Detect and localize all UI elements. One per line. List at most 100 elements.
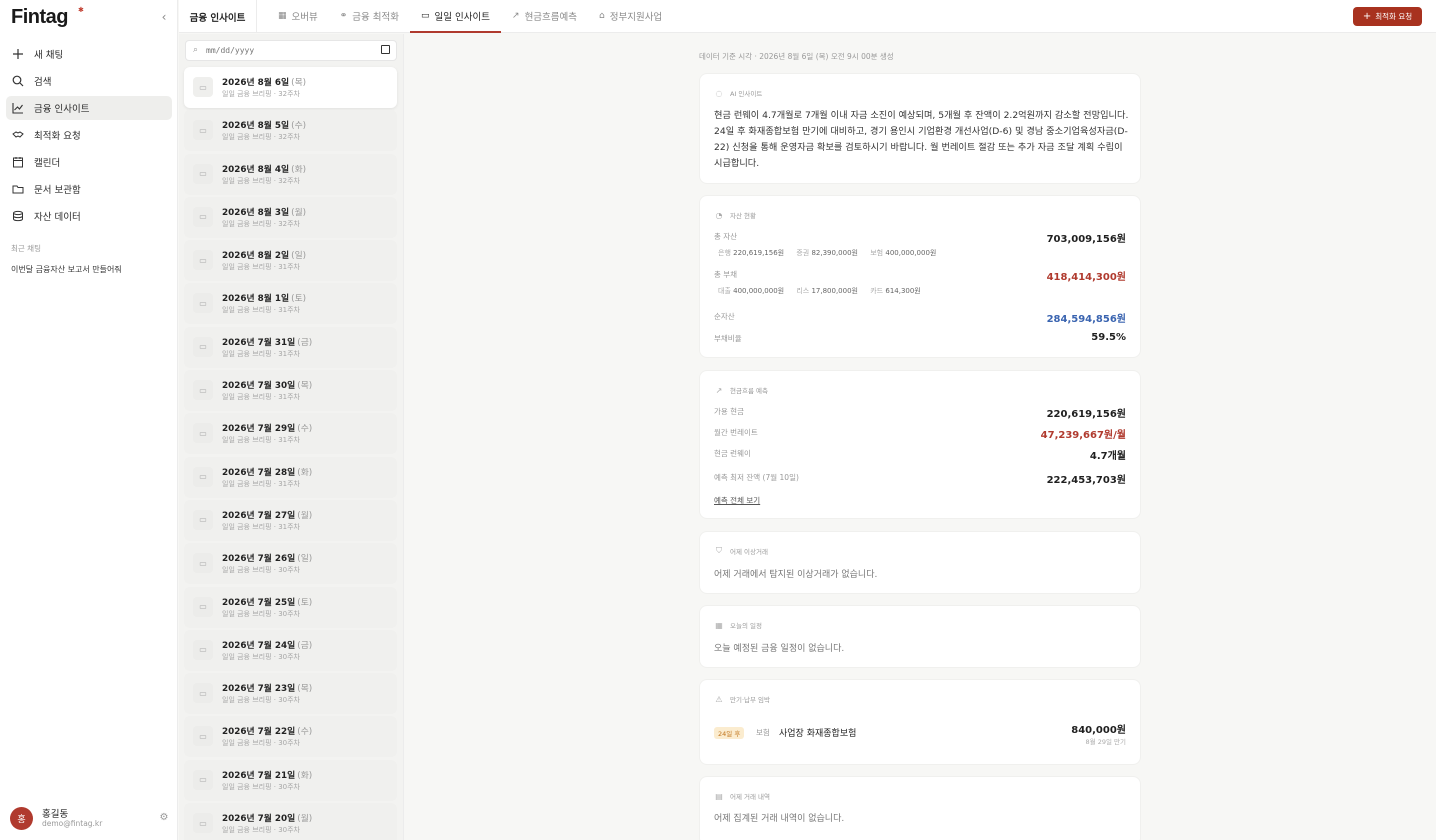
briefing-icon: ▭ bbox=[193, 683, 213, 704]
breakdown-value: 17,800,000원 bbox=[811, 287, 858, 295]
date-filter[interactable]: ⌕ bbox=[185, 40, 397, 61]
list-item-weekday: (수) bbox=[297, 727, 313, 738]
list-item-subtitle: 일일 금융 브리핑 · 30주차 bbox=[222, 782, 300, 791]
row-label: 부채비율 bbox=[714, 334, 742, 343]
nav-item-asset-data[interactable]: 자산 데이터 bbox=[6, 204, 172, 228]
card-header: ⚠ 만기·납부 임박 bbox=[714, 694, 771, 705]
list-item[interactable]: ▭ 2026년 8월 4일 (화) 일일 금융 브리핑 · 32주차 bbox=[184, 153, 397, 195]
gear-icon[interactable]: ⚙ bbox=[158, 812, 170, 824]
tab-financial-optimization[interactable]: ⚭ 금융 최적화 bbox=[329, 0, 410, 33]
user-profile[interactable]: 홍 홍길동 demo@fintag.kr ⚙ bbox=[10, 806, 170, 830]
nav-item-optimization-request[interactable]: 최적화 요청 bbox=[6, 123, 172, 147]
list-item[interactable]: ▭ 2026년 8월 2일 (일) 일일 금융 브리핑 · 31주차 bbox=[184, 240, 397, 282]
chart-line-icon bbox=[12, 102, 24, 114]
item-amount: 840,000원 bbox=[1071, 725, 1126, 736]
nav-item-calendar[interactable]: 캘린더 bbox=[6, 150, 172, 174]
calendar-icon[interactable] bbox=[381, 45, 390, 54]
card-header: ◔ 자산 현황 bbox=[714, 210, 757, 221]
list-item[interactable]: ▭ 2026년 7월 22일 (수) 일일 금융 브리핑 · 30주차 bbox=[184, 716, 397, 758]
list-item[interactable]: ▭ 2026년 7월 26일 (일) 일일 금융 브리핑 · 30주차 bbox=[184, 543, 397, 585]
plus-icon bbox=[12, 48, 24, 60]
list-item-subtitle: 일일 금융 브리핑 · 31주차 bbox=[222, 306, 300, 315]
insight-text: 현금 런웨이 4.7개월로 7개월 이내 자금 소진이 예상되며, 5개월 후 … bbox=[714, 110, 1129, 169]
nav-item-search[interactable]: 검색 bbox=[6, 69, 172, 93]
grid-icon: ▦ bbox=[278, 10, 287, 21]
nav-item-label: 문서 보관함 bbox=[34, 185, 81, 196]
list-item[interactable]: ▭ 2026년 7월 28일 (화) 일일 금융 브리핑 · 31주차 bbox=[184, 456, 397, 498]
briefing-list: ▭ 2026년 8월 6일 (목) 일일 금융 브리핑 · 32주차 ▭ 2026년 8월… bbox=[184, 67, 397, 840]
briefing-icon: ▭ bbox=[193, 769, 213, 790]
breakdown-item: 카드 614,300원 bbox=[870, 287, 921, 295]
list-item[interactable]: ▭ 2026년 7월 24일 (금) 일일 금융 브리핑 · 30주차 bbox=[184, 629, 397, 671]
tab-daily-insight[interactable]: ▭ 일일 인사이트 bbox=[410, 0, 502, 33]
item-name: 사업장 화재종합보험 bbox=[779, 729, 857, 739]
collapse-sidebar-icon[interactable]: ‹ bbox=[157, 10, 171, 26]
recent-chat-item[interactable]: 이번달 금융자산 보고서 만들어줘 bbox=[11, 264, 122, 275]
min-balance-value: 222,453,703원 bbox=[1046, 475, 1126, 486]
nav-item-new-chat[interactable]: 새 채팅 bbox=[6, 42, 172, 66]
schedule-card: ▦ 오늘의 일정 오늘 예정된 금융 일정이 없습니다. bbox=[699, 605, 1141, 668]
nav-item-documents[interactable]: 문서 보관함 bbox=[6, 177, 172, 201]
empty-message: 어제 집계된 거래 내역이 없습니다. bbox=[714, 814, 845, 824]
available-cash-value: 220,619,156원 bbox=[1046, 409, 1126, 420]
breakdown-item: 보험 400,000,000원 bbox=[870, 249, 936, 257]
logo-mark-icon: ✱ bbox=[78, 6, 84, 14]
liabilities-breakdown: 대출 400,000,000원 리스 17,800,000원 카드 614,30… bbox=[718, 286, 931, 296]
list-item[interactable]: ▭ 2026년 7월 30일 (목) 일일 금융 브리핑 · 31주차 bbox=[184, 370, 397, 412]
optimization-request-button[interactable]: + 최적화 요청 bbox=[1353, 7, 1422, 26]
list-item[interactable]: ▭ 2026년 8월 6일 (목) 일일 금융 브리핑 · 32주차 bbox=[184, 67, 397, 108]
tab-label: 현금흐름예측 bbox=[524, 11, 578, 23]
list-item[interactable]: ▭ 2026년 8월 5일 (수) 일일 금융 브리핑 · 32주차 bbox=[184, 110, 397, 152]
card-title: 만기·납부 임박 bbox=[730, 696, 771, 704]
list-item-date: 2026년 7월 29일 bbox=[222, 424, 296, 435]
list-item-date: 2026년 7월 23일 bbox=[222, 684, 296, 695]
list-item-weekday: (금) bbox=[297, 640, 313, 651]
warning-icon: ⚠ bbox=[715, 694, 723, 704]
list-item-weekday: (토) bbox=[297, 597, 313, 608]
breakdown-item: 대출 400,000,000원 bbox=[718, 287, 784, 295]
list-item-title: 2026년 7월 28일 (화) bbox=[222, 465, 312, 478]
list-item-weekday: (월) bbox=[291, 207, 307, 218]
briefing-icon: ▭ bbox=[193, 120, 213, 141]
handshake-icon: ⚭ bbox=[339, 10, 348, 21]
card-title: 현금흐름 예측 bbox=[730, 387, 768, 395]
list-item[interactable]: ▭ 2026년 7월 25일 (토) 일일 금융 브리핑 · 30주차 bbox=[184, 586, 397, 628]
list-item-weekday: (토) bbox=[291, 294, 307, 305]
list-item[interactable]: ▭ 2026년 7월 29일 (수) 일일 금융 브리핑 · 31주차 bbox=[184, 413, 397, 455]
handshake-icon bbox=[12, 129, 24, 141]
list-item[interactable]: ▭ 2026년 8월 3일 (월) 일일 금융 브리핑 · 32주차 bbox=[184, 196, 397, 238]
burn-rate-value: 47,239,667원/월 bbox=[1040, 430, 1126, 441]
view-full-forecast-link[interactable]: 예측 전체 보기 bbox=[714, 495, 760, 506]
transactions-card: ▤ 어제 거래 내역 어제 집계된 거래 내역이 없습니다. bbox=[699, 776, 1141, 840]
sidebar-nav: 새 채팅 검색 금융 인사이트 최적화 요청 캘린더 문서 보관함 자산 데이터 bbox=[6, 42, 172, 231]
card-title: 자산 현황 bbox=[730, 212, 756, 220]
tab-cashflow-forecast[interactable]: ↗ 현금흐름예측 bbox=[501, 0, 588, 33]
list-item-title: 2026년 8월 2일 (일) bbox=[222, 248, 306, 261]
card-title: AI 인사이트 bbox=[730, 90, 763, 98]
list-item-subtitle: 일일 금융 브리핑 · 32주차 bbox=[222, 219, 300, 228]
list-item[interactable]: ▭ 2026년 7월 20일 (월) 일일 금융 브리핑 · 30주차 bbox=[184, 803, 397, 840]
list-item-date: 2026년 7월 26일 bbox=[222, 554, 296, 565]
tab-overview[interactable]: ▦ 오버뷰 bbox=[267, 0, 329, 33]
list-item[interactable]: ▭ 2026년 7월 31일 (금) 일일 금융 브리핑 · 31주차 bbox=[184, 326, 397, 368]
list-item[interactable]: ▭ 2026년 7월 27일 (월) 일일 금융 브리핑 · 31주차 bbox=[184, 499, 397, 541]
list-item-subtitle: 일일 금융 브리핑 · 30주차 bbox=[222, 696, 300, 705]
list-item-weekday: (목) bbox=[291, 78, 307, 88]
date-input[interactable] bbox=[206, 43, 366, 58]
briefing-icon: ▭ bbox=[193, 206, 213, 227]
breakdown-value: 220,619,156원 bbox=[733, 249, 785, 257]
available-cash-row: 가용 현금 220,619,156원 bbox=[714, 405, 1126, 420]
pie-chart-icon: ◔ bbox=[715, 210, 723, 220]
list-item-weekday: (화) bbox=[297, 770, 313, 781]
list-item[interactable]: ▭ 2026년 7월 23일 (목) 일일 금융 브리핑 · 30주차 bbox=[184, 673, 397, 715]
briefing-icon: ▭ bbox=[193, 77, 213, 97]
list-item[interactable]: ▭ 2026년 7월 21일 (화) 일일 금융 브리핑 · 30주차 bbox=[184, 759, 397, 801]
list-item[interactable]: ▭ 2026년 8월 1일 (토) 일일 금융 브리핑 · 31주차 bbox=[184, 283, 397, 325]
tab-government-support[interactable]: ⌂ 정부지원사업 bbox=[588, 0, 673, 33]
row-label: 총 자산 bbox=[714, 232, 738, 241]
breakdown-value: 400,000,000원 bbox=[733, 287, 785, 295]
app-logo[interactable]: Fintag bbox=[11, 6, 69, 28]
nav-item-financial-insight[interactable]: 금융 인사이트 bbox=[6, 96, 172, 120]
cashflow-forecast-card: ↗ 현금흐름 예측 가용 현금 220,619,156원 월간 번레이트 47,2… bbox=[699, 370, 1141, 519]
row-label: 순자산 bbox=[714, 312, 735, 321]
